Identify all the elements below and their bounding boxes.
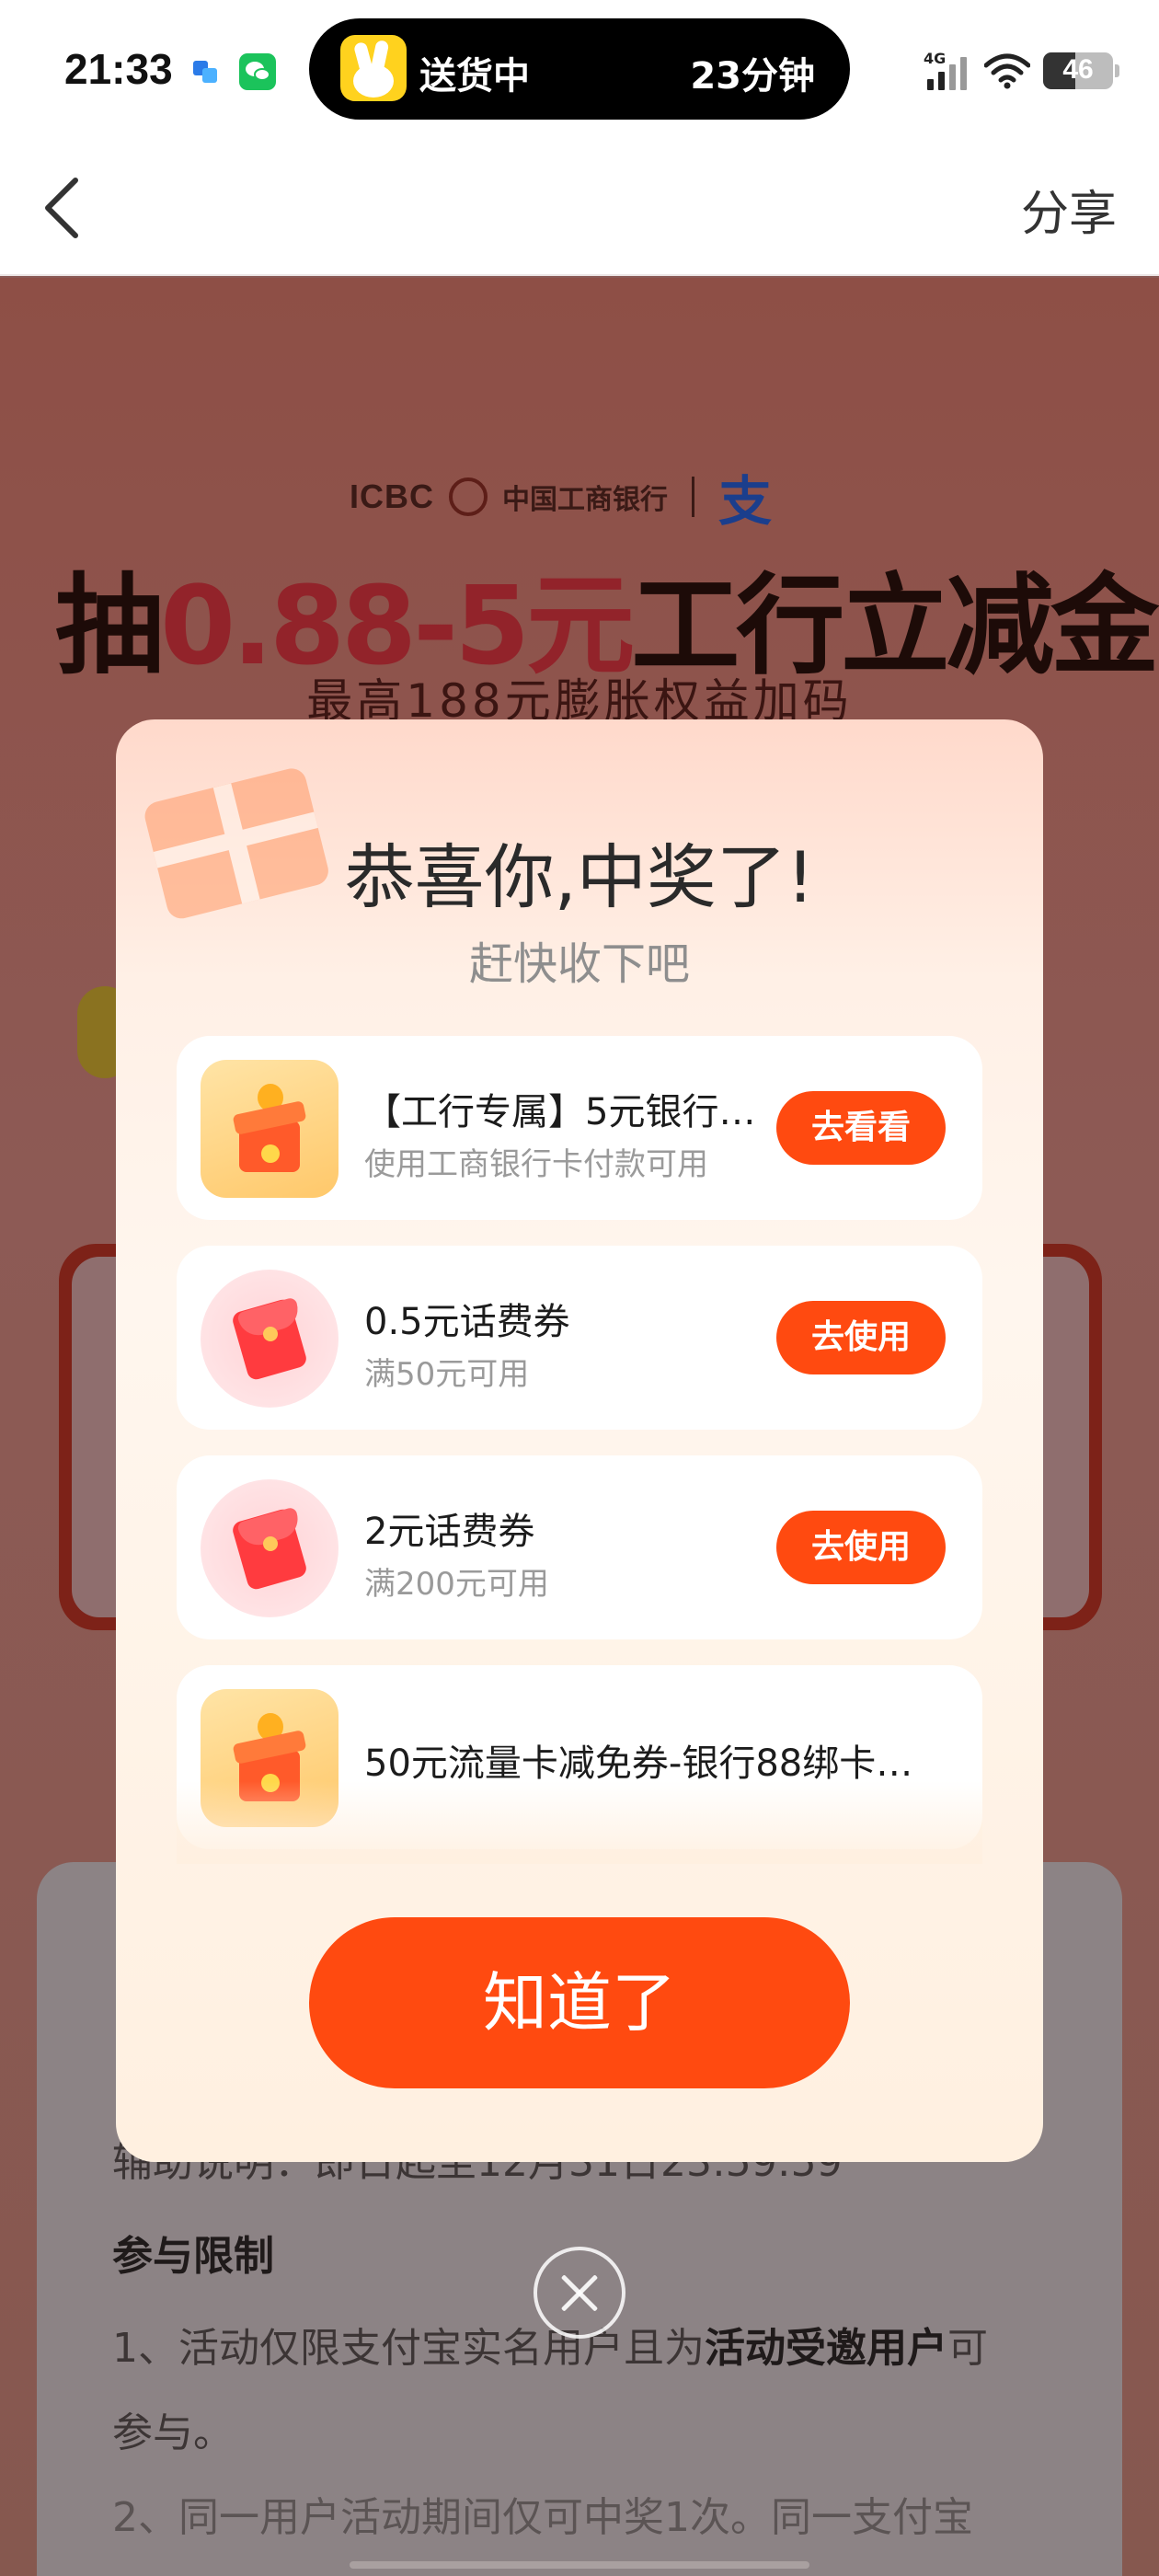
close-modal-icon[interactable] (534, 2247, 625, 2339)
rules-item-1-a: 1、活动仅限支付宝实名用户且为 (112, 2325, 705, 2372)
delivery-live-activity[interactable]: 送货中 23分钟 (309, 18, 850, 120)
meituan-rabbit-icon (340, 35, 407, 101)
icbc-logo-icon (449, 477, 488, 516)
prize-desc: 使用工商银行卡付款可用 (364, 1146, 708, 1183)
modal-subtitle: 赶快收下吧 (468, 938, 690, 990)
prize-title: 【工行专属】5元银行… (364, 1091, 756, 1133)
prize-title: 2元话费券 (364, 1511, 535, 1553)
network-type: 4G (924, 50, 947, 67)
rules-heading-text: 参与限制 (112, 2233, 274, 2280)
prize-item[interactable]: 【工行专属】5元银行… 使用工商银行卡付款可用 去看看 (177, 1036, 982, 1220)
cellular-signal-icon: 4G (924, 50, 971, 92)
alipay-logo-icon: 支 (718, 470, 773, 533)
rules-heading: 参与限制 (112, 2223, 274, 2282)
delivery-eta: 23分钟 (690, 55, 815, 98)
nav-bar: 分享 (0, 138, 1159, 276)
prize-desc: 满50元可用 (364, 1356, 530, 1393)
list-fade (177, 1781, 982, 1864)
app-notification-icon (189, 55, 221, 86)
brand-header: ICBC 中国工商银行 支 (350, 469, 772, 533)
home-indicator[interactable] (350, 2561, 809, 2569)
red-envelope-icon (201, 1479, 339, 1617)
gift-box-icon (201, 1060, 339, 1198)
rules-item-2: 2、同一用户活动期间仅可中奖1次。同一支付宝 (112, 2494, 973, 2541)
prize-item[interactable]: 2元话费券 满200元可用 去使用 (177, 1455, 982, 1639)
modal-title: 恭喜你,中奖了! (344, 836, 815, 918)
prize-item[interactable]: 0.5元话费券 满50元可用 去使用 (177, 1246, 982, 1430)
brand-divider (692, 477, 694, 517)
use-coupon-button[interactable]: 去使用 (776, 1301, 946, 1374)
bank-name: 中国工商银行 (502, 484, 668, 516)
prize-desc: 满200元可用 (364, 1566, 549, 1603)
rules-item-1-cont: 参与。 (112, 2409, 234, 2456)
icbc-text: ICBC (350, 477, 434, 515)
back-arrow-icon[interactable] (37, 171, 92, 245)
battery-icon: 46 (1043, 52, 1119, 89)
prize-list[interactable]: 【工行专属】5元银行… 使用工商银行卡付款可用 去看看 0.5元话费券 满50元… (177, 1036, 982, 1864)
rules-item-1-c: 可 (947, 2325, 988, 2372)
use-coupon-button[interactable]: 去使用 (776, 1511, 946, 1584)
delivery-status: 送货中 (419, 55, 530, 98)
status-bar: 21:33 送货中 23分钟 4G 46 (0, 0, 1159, 138)
status-indicators: 4G 46 (924, 48, 1119, 94)
prize-title: 50元流量卡减免券-银行88绑卡… (364, 1742, 913, 1785)
prize-modal: 恭喜你,中奖了! 赶快收下吧 【工行专属】5元银行… 使用工商银行卡付款可用 去… (116, 719, 1043, 2162)
red-envelope-icon (201, 1270, 339, 1408)
prize-title: 0.5元话费券 (364, 1301, 570, 1343)
wifi-icon (984, 53, 1030, 89)
share-button[interactable]: 分享 (1021, 175, 1117, 244)
battery-level: 46 (1062, 54, 1094, 85)
wechat-icon (239, 53, 276, 90)
rules-item-1-bold: 活动受邀用户 (705, 2325, 947, 2372)
got-it-button[interactable]: 知道了 (309, 1917, 850, 2088)
view-prize-button[interactable]: 去看看 (776, 1091, 946, 1165)
status-time: 21:33 (64, 45, 173, 93)
